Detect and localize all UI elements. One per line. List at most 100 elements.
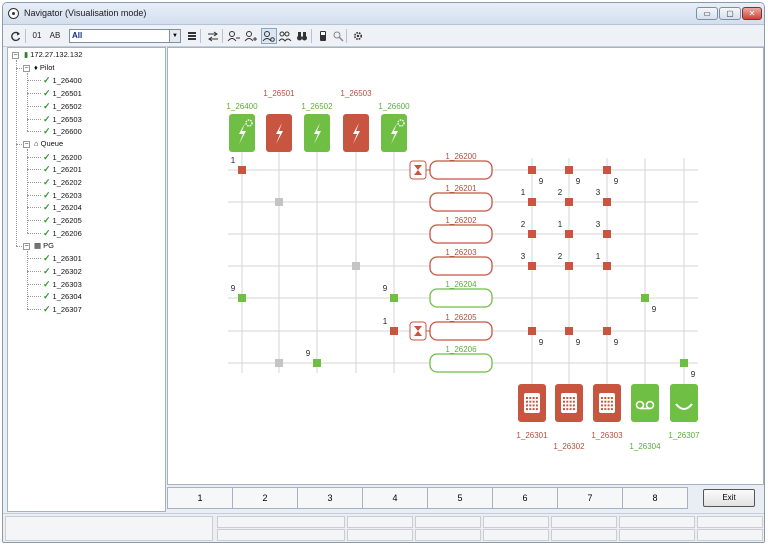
queue-group-link[interactable] [528,327,536,335]
pilot-queue-link[interactable] [390,294,398,302]
queue-group-link[interactable] [528,230,536,238]
chevron-down-icon[interactable]: ▼ [169,30,180,42]
queue-group-link[interactable] [603,198,611,206]
maximize-button[interactable]: ▢ [719,7,741,20]
group-box[interactable] [670,384,698,422]
queue-group-link[interactable] [565,327,573,335]
queue-group-link[interactable] [528,262,536,270]
queue-group-link[interactable] [603,230,611,238]
tree-item[interactable]: ✓ 1_26301 [43,253,82,264]
pilot-node-1_26400[interactable] [229,114,255,152]
show-ids-toggle[interactable]: 01 [30,28,44,44]
tree-item[interactable]: ✓ 1_26304 [43,291,82,302]
user-group-icon[interactable] [278,28,292,44]
queue-group-link[interactable] [565,198,573,206]
pilot-queue-link[interactable] [275,198,283,206]
queue-group-link[interactable] [641,294,649,302]
queue-node-1_26200[interactable] [409,160,493,180]
swap-icon[interactable] [206,28,220,44]
queue-node-1_26201[interactable] [429,192,493,212]
user-filter-2-icon[interactable] [244,28,258,44]
queue-box[interactable] [429,160,493,180]
pilot-queue-link[interactable] [275,359,283,367]
collapse-toggle[interactable]: − [23,242,30,250]
tree-item[interactable]: ✓ 1_26502 [43,101,82,112]
queue-box[interactable] [429,256,493,276]
queue-group-link[interactable] [603,327,611,335]
tree-item[interactable]: ✓ 1_26206 [43,228,82,239]
close-button[interactable]: ✕ [742,7,762,20]
group-node-1_26301[interactable] [518,384,546,422]
group-box[interactable] [631,384,659,422]
exit-button[interactable]: Exit [703,489,755,507]
user-filter-1-icon[interactable] [227,28,241,44]
group-node-1_26307[interactable] [670,384,698,422]
binoculars-icon[interactable] [295,28,309,44]
queue-group-link[interactable] [528,166,536,174]
tree-item[interactable]: ✓ 1_26200 [43,152,82,163]
tree-item[interactable]: ✓ 1_26203 [43,190,82,201]
gear-icon[interactable] [351,28,365,44]
queue-node-1_26203[interactable] [429,256,493,276]
tab-3[interactable]: 3 [297,487,363,509]
tab-2[interactable]: 2 [232,487,298,509]
queue-node-1_26205[interactable] [409,321,493,341]
tree-item[interactable]: ✓ 1_26600 [43,126,82,137]
queue-group-link[interactable] [603,262,611,270]
show-names-toggle[interactable]: AB [48,28,62,44]
phone-icon[interactable] [316,28,330,44]
tree-item[interactable]: ✓ 1_26501 [43,88,82,99]
tree-group-pg[interactable]: ▦ PG [34,241,54,251]
queue-node-1_26202[interactable] [429,224,493,244]
tab-1[interactable]: 1 [167,487,233,509]
tab-7[interactable]: 7 [557,487,623,509]
pilot-queue-link[interactable] [313,359,321,367]
queue-box[interactable] [429,224,493,244]
user-search-icon[interactable] [261,28,277,44]
pilot-node-1_26600[interactable] [381,114,407,152]
tab-4[interactable]: 4 [362,487,428,509]
collapse-toggle[interactable]: − [12,52,19,59]
tree-item[interactable]: ✓ 1_26307 [43,304,82,315]
minimize-button[interactable]: ▭ [696,7,718,20]
list-view-icon[interactable] [185,28,199,44]
queue-box[interactable] [429,353,493,373]
tree-root[interactable]: ▮ 172.27.132.132 [24,50,82,60]
pilot-node-1_26502[interactable] [304,114,330,152]
tree-item[interactable]: ✓ 1_26201 [43,164,82,175]
pilot-queue-link[interactable] [238,294,246,302]
group-node-1_26302[interactable] [555,384,583,422]
queue-node-1_26206[interactable] [429,353,493,373]
group-node-1_26303[interactable] [593,384,621,422]
group-node-1_26304[interactable] [631,384,659,422]
magnifier-icon[interactable] [331,28,345,44]
queue-box[interactable] [429,288,493,308]
collapse-toggle[interactable]: − [23,140,30,148]
pilot-queue-link[interactable] [390,327,398,335]
filter-select[interactable]: All ▼ [69,29,181,43]
tree-item[interactable]: ✓ 1_26503 [43,114,82,125]
refresh-icon[interactable] [9,28,23,44]
tree-item[interactable]: ✓ 1_26302 [43,266,82,277]
tree-item[interactable]: ✓ 1_26303 [43,279,82,290]
tree-item[interactable]: ✓ 1_26204 [43,202,82,213]
queue-group-link[interactable] [565,230,573,238]
pilot-queue-link[interactable] [238,166,246,174]
tree-group-pilot[interactable]: ♦ Pilot [34,63,55,73]
queue-group-link[interactable] [603,166,611,174]
tree-item[interactable]: ✓ 1_26202 [43,177,82,188]
tree-item[interactable]: ✓ 1_26205 [43,215,82,226]
pilot-node-1_26503[interactable] [343,114,369,152]
queue-group-link[interactable] [565,166,573,174]
queue-box[interactable] [429,192,493,212]
tree-item[interactable]: ✓ 1_26400 [43,75,82,86]
collapse-toggle[interactable]: − [23,64,30,72]
queue-node-1_26204[interactable] [429,288,493,308]
tab-8[interactable]: 8 [622,487,688,509]
queue-group-link[interactable] [565,262,573,270]
tree-group-queue[interactable]: ⌂ Queue [34,139,63,149]
queue-group-link[interactable] [528,198,536,206]
queue-group-link[interactable] [680,359,688,367]
queue-box[interactable] [429,321,493,341]
pilot-node-1_26501[interactable] [266,114,292,152]
